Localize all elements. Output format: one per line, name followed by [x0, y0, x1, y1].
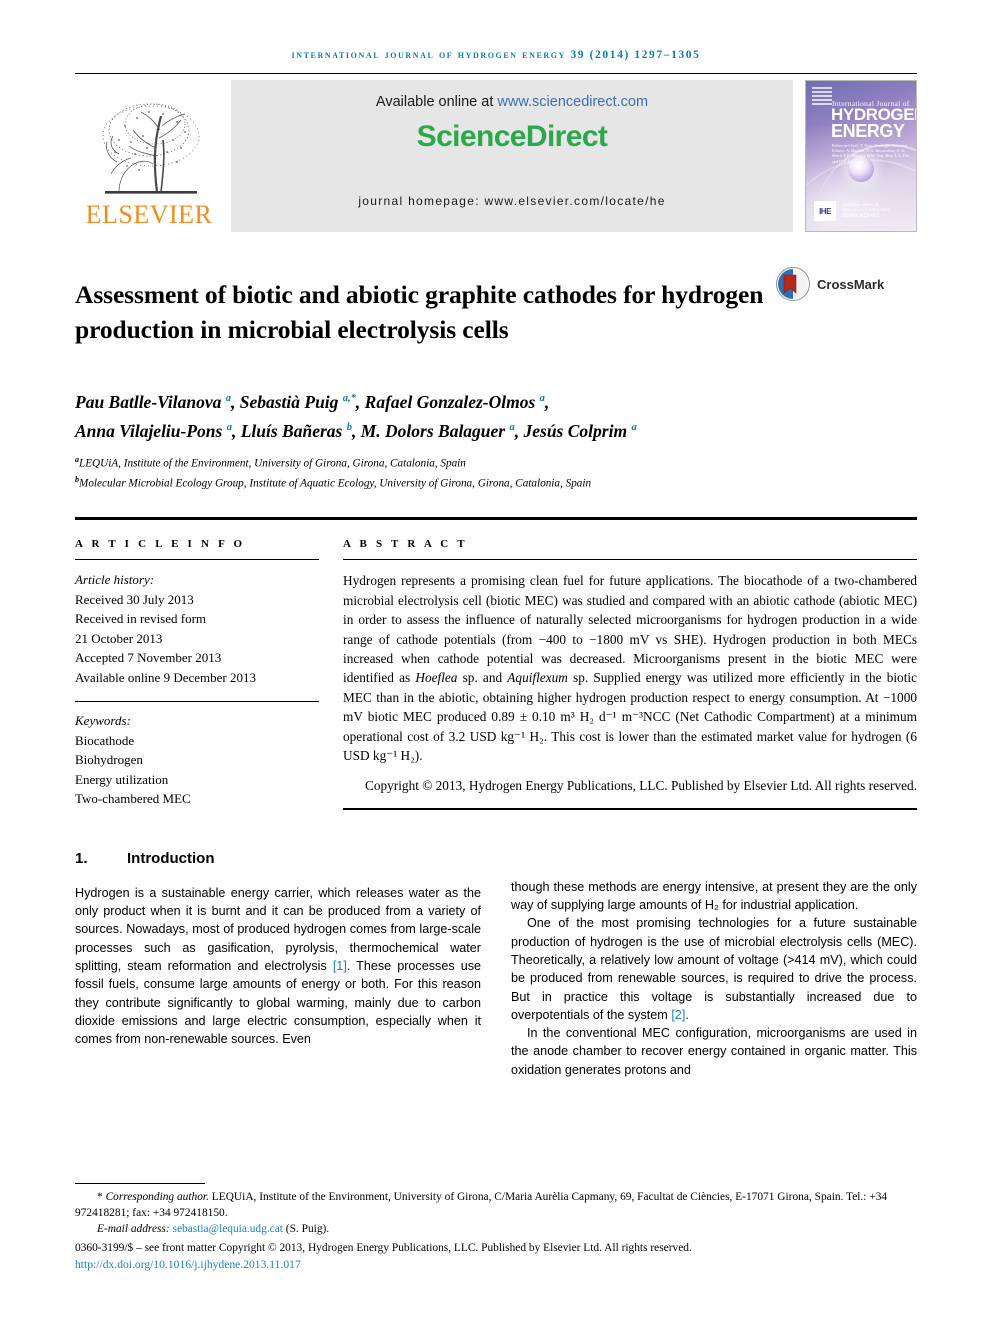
section-divider-top — [75, 517, 917, 521]
abstract-italic-2: Aquiflexum — [507, 670, 568, 686]
crossmark-icon — [776, 267, 810, 301]
affil-marker: a,* — [342, 393, 356, 405]
available-online-date: Available online 9 December 2013 — [75, 669, 256, 685]
paragraph: Hydrogen is a sustainable energy carrier… — [75, 884, 481, 1049]
crossmark-badge[interactable]: CrossMark — [775, 266, 884, 302]
article-info-label: A R T I C L E I N F O — [75, 538, 246, 551]
keyword-item: Biocathode — [75, 732, 135, 748]
abstract-copyright: Copyright © 2013, Hydrogen Energy Public… — [364, 778, 917, 794]
keywords-label: Keywords: — [75, 713, 131, 729]
running-head: international journal of hydrogen energy… — [291, 49, 701, 61]
available-online-prefix: Available online at — [375, 94, 498, 110]
sciencedirect-logo: ScienceDirect — [416, 120, 608, 153]
received-date: Received 30 July 2013 — [75, 591, 194, 607]
footnote-block: * Corresponding author. LEQUiA, Institut… — [75, 1182, 917, 1273]
article-history: Article history: Received 30 July 2013 R… — [75, 570, 319, 687]
elsevier-tree-icon — [89, 96, 209, 200]
paragraph: though these methods are energy intensiv… — [511, 879, 917, 913]
intro-right-2b: . — [685, 1007, 689, 1022]
body-columns: 1. Introduction Hydrogen is a sustainabl… — [75, 850, 917, 1079]
article-info-rule — [75, 559, 319, 561]
abstract-italic-1: Hoeflea — [415, 670, 458, 686]
cover-sciencedirect-tag: Available online at www.sciencedirect.co… — [842, 202, 889, 212]
sciencedirect-banner: Available online at www.sciencedirect.co… — [231, 80, 793, 232]
cover-editors: Editor-in-Chief: T. Nejat Veziroğlu Asso… — [832, 143, 910, 164]
elsevier-logo: ELSEVIER — [75, 80, 223, 232]
introduction-title: Introduction — [127, 849, 215, 867]
abstract-bottom-rule — [343, 807, 917, 810]
citation-link-2[interactable]: [2] — [671, 1008, 685, 1022]
affil-marker: a — [225, 393, 231, 405]
introduction-right-text: though these methods are energy intensiv… — [511, 850, 917, 1079]
revised-label: Received in revised form — [75, 611, 207, 627]
email-note: E-mail address: sebastia@lequia.udg.cat … — [75, 1221, 917, 1237]
intro-right-2a: One of the most promising technologies f… — [511, 916, 917, 1022]
paper-page: international journal of hydrogen energy… — [0, 0, 992, 1323]
accepted-date: Accepted 7 November 2013 — [75, 650, 222, 666]
introduction-number: 1. — [75, 849, 88, 867]
abstract-rule — [343, 559, 917, 561]
corresponding-author-note: * Corresponding author. LEQUiA, Institut… — [75, 1189, 917, 1222]
elsevier-wordmark: ELSEVIER — [85, 200, 213, 229]
cover-ihe-badge: IHE — [814, 201, 836, 221]
journal-homepage-text[interactable]: journal homepage: www.elsevier.com/locat… — [358, 194, 665, 208]
affil-marker: b — [346, 421, 352, 433]
cover-elsevier-mark-icon — [812, 87, 832, 105]
article-history-label: Article history: — [75, 572, 155, 588]
info-abstract-block: A R T I C L E I N F O Article history: R… — [75, 538, 917, 810]
email-label: E-mail address: — [97, 1223, 173, 1236]
affiliation-a-text: LEQUiA, Institute of the Environment, Un… — [79, 457, 466, 470]
keywords-list: Keywords: Biocathode Biohydrogen Energy … — [75, 711, 319, 809]
abstract-column: A B S T R A C T Hydrogen represents a pr… — [343, 538, 917, 810]
affiliation-b: bMolecular Microbial Ecology Group, Inst… — [75, 472, 917, 492]
paragraph: One of the most promising technologies f… — [511, 914, 917, 1024]
cover-sciencedirect-label: ScienceDirect — [842, 213, 880, 219]
journal-cover-thumbnail: International Journal of HYDROGEN ENERGY… — [805, 80, 917, 232]
author-line-2: Anna Vilajeliu-Pons a, Lluís Bañeras b, … — [75, 420, 637, 441]
affil-marker: a — [539, 393, 545, 405]
affil-marker: a — [509, 421, 515, 433]
affiliation-b-text: Molecular Microbial Ecology Group, Insti… — [79, 477, 592, 490]
keywords-rule — [75, 701, 319, 703]
affil-marker: a — [226, 421, 232, 433]
affiliation-a: aLEQUiA, Institute of the Environment, U… — [75, 452, 917, 472]
abstract-text: Hydrogen represents a promising clean fu… — [343, 571, 917, 765]
front-matter-note: 0360-3199/$ – see front matter Copyright… — [75, 1241, 692, 1254]
affiliations: aLEQUiA, Institute of the Environment, U… — [75, 452, 917, 491]
body-column-left: 1. Introduction Hydrogen is a sustainabl… — [75, 850, 481, 1079]
keyword-item: Energy utilization — [75, 771, 169, 787]
page-title: Assessment of biotic and abiotic graphit… — [75, 280, 764, 345]
available-online-text: Available online at www.sciencedirect.co… — [376, 94, 648, 110]
author-list: Pau Batlle-Vilanova a, Sebastià Puig a,*… — [75, 386, 917, 444]
title-row: Assessment of biotic and abiotic graphit… — [75, 260, 917, 364]
email-link[interactable]: sebastia@lequia.udg.cat — [173, 1223, 283, 1235]
email-suffix: (S. Puig). — [282, 1223, 330, 1236]
keyword-item: Two-chambered MEC — [75, 791, 191, 807]
introduction-heading: 1. Introduction — [75, 850, 481, 867]
affil-marker: a — [631, 421, 637, 433]
masthead: ELSEVIER Available online at www.science… — [75, 80, 917, 232]
header-divider — [75, 73, 917, 74]
body-column-right: though these methods are energy intensiv… — [511, 850, 917, 1079]
footnote-rule — [75, 1182, 205, 1184]
cover-title-energy: ENERGY — [831, 121, 905, 141]
abstract-label: A B S T R A C T — [343, 538, 468, 551]
author-line-1: Pau Batlle-Vilanova a, Sebastià Puig a,*… — [75, 391, 550, 412]
sciencedirect-url[interactable]: www.sciencedirect.com — [497, 94, 648, 110]
cover-sciencedirect: Available online at www.sciencedirect.co… — [842, 202, 916, 219]
cover-artwork: International Journal of HYDROGEN ENERGY… — [806, 81, 916, 231]
abstract-part-1: Hydrogen represents a promising clean fu… — [343, 573, 917, 686]
corresponding-author-label: Corresponding author. — [105, 1190, 209, 1203]
crossmark-label: CrossMark — [817, 276, 885, 292]
keyword-item: Biohydrogen — [75, 752, 143, 768]
abstract-part-2: sp. and — [457, 670, 508, 686]
article-info-column: A R T I C L E I N F O Article history: R… — [75, 538, 343, 809]
footnote-star: * — [97, 1190, 103, 1203]
revised-date: 21 October 2013 — [75, 630, 163, 646]
citation-link-1[interactable]: [1] — [333, 959, 347, 973]
doi-link[interactable]: http://dx.doi.org/10.1016/j.ijhydene.201… — [75, 1257, 917, 1273]
introduction-left-text: Hydrogen is a sustainable energy carrier… — [75, 884, 481, 1049]
paragraph: In the conventional MEC configuration, m… — [511, 1026, 917, 1077]
